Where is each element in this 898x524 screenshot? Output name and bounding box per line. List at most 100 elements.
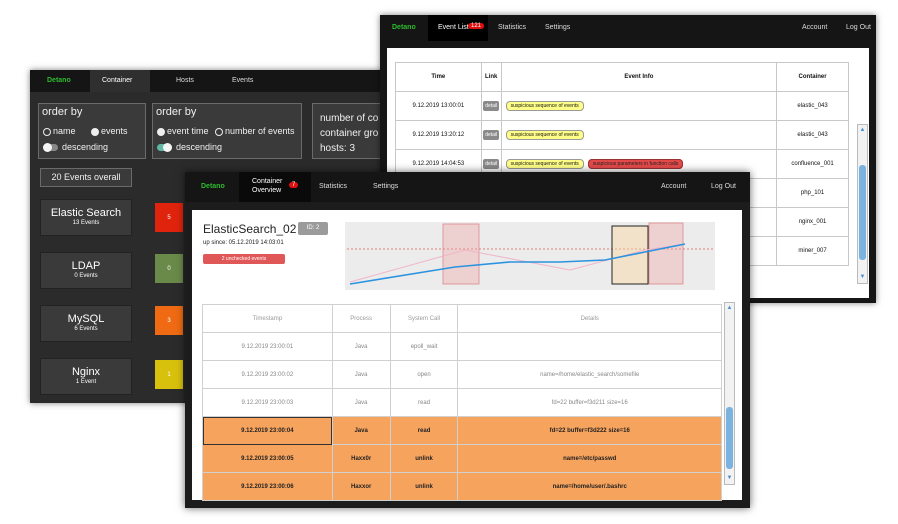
container-button-nginx[interactable]: Nginx 1 Event (40, 358, 132, 395)
tab-overview-line1[interactable]: Container (252, 178, 282, 185)
table-row[interactable]: 9.12.2019 23:00:02 Java open name=/home/… (202, 360, 722, 389)
brand-logo[interactable]: Detano (201, 183, 225, 190)
radio-name[interactable]: name (43, 126, 76, 136)
radio-icon (215, 127, 223, 136)
tab-statistics[interactable]: Statistics (498, 24, 526, 31)
events-overall-label: 20 Events overall (40, 168, 132, 187)
table-row-highlighted[interactable]: 9.12.2019 23:00:05 Haxx0r unlink name=/e… (202, 444, 722, 473)
col-details[interactable]: Details (457, 304, 722, 333)
cell-process: Java (331, 332, 391, 361)
id-button[interactable]: ID: 2 (298, 222, 328, 235)
container-name: Nginx (71, 366, 101, 378)
cell-system-call: read (389, 388, 459, 417)
radio-event-time[interactable]: event time (157, 126, 209, 136)
tab-settings[interactable]: Settings (373, 183, 398, 190)
radio-events-label: events (101, 126, 128, 136)
cell-system-call: unlink (389, 444, 459, 473)
account-link[interactable]: Account (661, 183, 686, 190)
brand-logo[interactable]: Detano (392, 24, 416, 31)
detail-button[interactable]: detail (483, 101, 500, 111)
container-button-ldap[interactable]: LDAP 0 Events (40, 252, 132, 289)
tab-overview-line2[interactable]: Overview (252, 187, 281, 194)
cell-timestamp: 9.12.2019 23:00:06 (202, 472, 333, 501)
toggle-icon (157, 143, 172, 153)
event-count-square: 3 (155, 306, 183, 335)
cell-container: elastic_043 (776, 120, 849, 150)
brand-logo[interactable]: Detano (47, 77, 71, 84)
toggle-icon (43, 143, 58, 153)
table-row-highlighted[interactable]: 9.12.2019 23:00:06 Haxxor unlink name=/h… (202, 472, 722, 501)
table-row[interactable]: 9.12.2019 13:20:12 detail suspicious seq… (395, 120, 849, 150)
tab-statistics[interactable]: Statistics (319, 183, 347, 190)
container-count: 13 Events (72, 220, 100, 226)
cell-timestamp: 9.12.2019 23:00:01 (202, 332, 333, 361)
cell-details: fd=22 buffer=f3d211 size=16 (457, 388, 722, 417)
radio-events[interactable]: events (91, 126, 128, 136)
logout-link[interactable]: Log Out (711, 183, 736, 190)
toggle-descending[interactable]: descending (43, 142, 108, 153)
cell-process: Haxx0r (331, 444, 391, 473)
overview-count-badge: 7 (289, 182, 299, 188)
tab-container[interactable]: Container (102, 77, 132, 84)
container-button-elastic[interactable]: Elastic Search 13 Events (40, 199, 132, 236)
cell-details: fd=22 buffer=f3d222 size=16 (457, 416, 722, 445)
event-list-nav-bar: Detano Event List 121 Statistics Setting… (380, 15, 876, 41)
radio-icon (157, 127, 165, 136)
container-button-mysql[interactable]: MySQL 6 Events (40, 305, 132, 342)
toggle-descending-2[interactable]: descending (157, 142, 223, 153)
col-container[interactable]: Container (776, 62, 849, 92)
container-count: 0 Events (74, 273, 98, 279)
cell-process: Haxxor (331, 472, 391, 501)
cell-details: name=/etc/passwd (457, 444, 722, 473)
detail-button[interactable]: detail (483, 130, 500, 140)
scroll-down-icon[interactable]: ▼ (725, 474, 734, 483)
info-line-1: number of co (320, 113, 379, 124)
overview-content: ElasticSearch_02 ID: 2 up since: 05.12.2… (192, 210, 742, 501)
event-count-square: 0 (155, 254, 183, 283)
cell-time: 9.12.2019 13:00:01 (395, 91, 482, 121)
col-timestamp[interactable]: Timestamp (202, 304, 333, 333)
table-row-highlighted[interactable]: 9.12.2019 23:00:04 Java read fd=22 buffe… (202, 416, 722, 445)
table-row[interactable]: 9.12.2019 13:00:01 detail suspicious seq… (395, 91, 849, 121)
radio-icon (43, 127, 51, 136)
cell-timestamp: 9.12.2019 23:00:03 (202, 388, 333, 417)
detail-button[interactable]: detail (483, 159, 500, 169)
event-timeline-graph (345, 222, 715, 290)
cell-container: miner_007 (776, 236, 849, 266)
toggle-label: descending (176, 142, 223, 152)
col-event-info[interactable]: Event Info (500, 62, 778, 92)
syscall-scrollbar[interactable]: ▲ ▼ (724, 302, 735, 485)
scroll-up-icon[interactable]: ▲ (725, 304, 734, 313)
scroll-down-icon[interactable]: ▼ (858, 273, 867, 282)
col-time[interactable]: Time (395, 62, 482, 92)
logout-link[interactable]: Log Out (846, 24, 871, 31)
tab-event-list[interactable]: Event List (438, 24, 469, 31)
container-name: LDAP (71, 260, 101, 272)
scrollbar-thumb[interactable] (859, 165, 866, 260)
order-by-panel-1: order by name events descending (38, 103, 146, 159)
tab-hosts[interactable]: Hosts (176, 77, 194, 84)
event-list-scrollbar[interactable]: ▲ ▼ (857, 124, 868, 284)
col-process[interactable]: Process (331, 304, 391, 333)
tab-events[interactable]: Events (232, 77, 253, 84)
event-count-square: 1 (155, 360, 183, 389)
event-count-square: 5 (155, 203, 183, 232)
account-link[interactable]: Account (802, 24, 827, 31)
alert-tag: suspicious parameters in function calls (587, 159, 684, 169)
scroll-up-icon[interactable]: ▲ (858, 126, 867, 135)
syscall-table: Timestamp Process System Call Details 9.… (202, 304, 722, 501)
info-line-3: hosts: 3 (320, 143, 356, 154)
col-link[interactable]: Link (480, 62, 502, 92)
col-system-call[interactable]: System Call (389, 304, 459, 333)
table-row[interactable]: 9.12.2019 23:00:01 Java epoll_wait (202, 332, 722, 361)
cell-system-call: open (389, 360, 459, 389)
unchecked-events-button[interactable]: 2 unchecked events (203, 254, 285, 264)
tab-settings[interactable]: Settings (545, 24, 570, 31)
radio-number-of-events[interactable]: number of events (215, 126, 295, 136)
cell-process: Java (331, 416, 391, 445)
cell-timestamp: 9.12.2019 23:00:05 (202, 444, 333, 473)
cell-container: elastic_043 (776, 91, 849, 121)
scrollbar-thumb[interactable] (726, 407, 733, 469)
table-row[interactable]: 9.12.2019 23:00:03 Java read fd=22 buffe… (202, 388, 722, 417)
up-since-label: up since: 05.12.2019 14:03:01 (203, 240, 284, 246)
